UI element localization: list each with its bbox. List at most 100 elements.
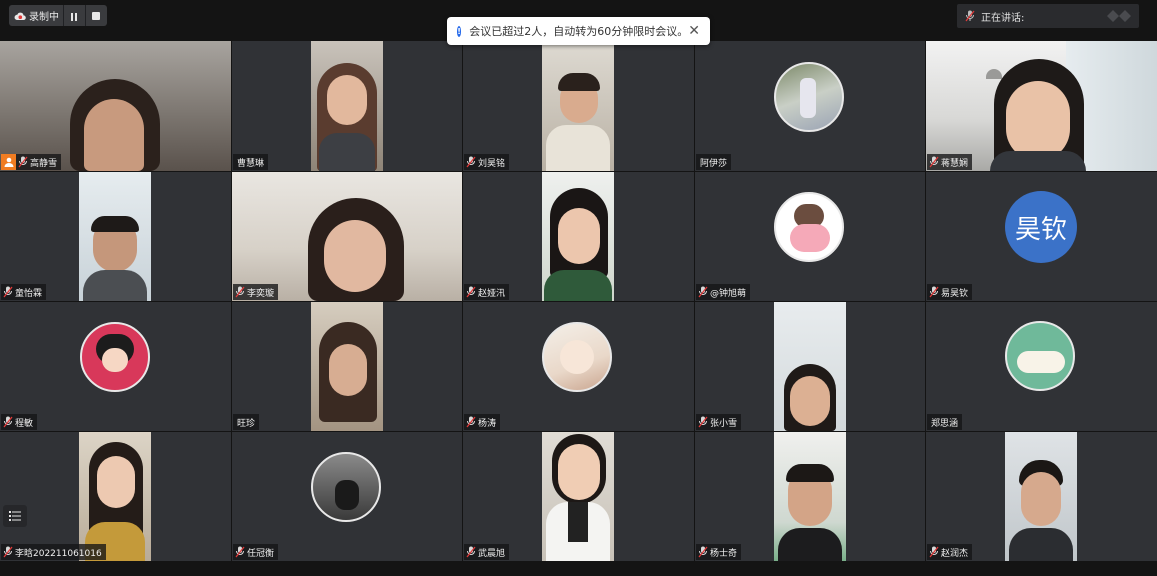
participant-tile[interactable]: 蒋慧娴 [926, 41, 1157, 171]
meeting-limit-notice: ! 会议已超过2人，自动转为60分钟限时会议。 ✕ [447, 17, 710, 45]
video-feed [542, 432, 614, 561]
participant-nametag: 高静雪 [1, 154, 62, 170]
participant-nametag: 程敏 [1, 414, 38, 430]
stop-icon [92, 11, 101, 20]
avatar [542, 322, 612, 392]
participant-tile[interactable]: 杨涛 [463, 302, 694, 431]
mic-muted-icon [466, 546, 476, 558]
participant-nametag: 旺珍 [233, 414, 260, 430]
participant-name: 赵润杰 [941, 548, 969, 559]
mic-muted-icon [698, 546, 708, 558]
participant-tile[interactable]: 赵润杰 [926, 432, 1157, 561]
mic-muted-icon [929, 156, 939, 168]
pause-recording-button[interactable] [64, 5, 85, 26]
avatar [774, 192, 844, 262]
video-feed [79, 432, 151, 561]
avatar [1005, 321, 1075, 391]
participant-tile[interactable]: 昊钦 易昊钦 [926, 172, 1157, 301]
participant-nametag: 曹慧琳 [233, 154, 269, 170]
participant-name: 张小雪 [710, 418, 738, 429]
participant-name: 赵娅汛 [478, 288, 506, 299]
participant-name: 程敏 [15, 418, 34, 429]
participant-name: 蒋慧娴 [941, 158, 969, 169]
participant-nametag: 任冠衡 [233, 544, 279, 560]
video-feed [311, 302, 383, 431]
participant-name: 易昊钦 [941, 288, 969, 299]
participant-tile[interactable]: 张小雪 [695, 302, 925, 431]
participant-tile[interactable]: 杨士奇 [695, 432, 925, 561]
mic-muted-icon [929, 286, 939, 298]
video-feed [311, 41, 383, 171]
mic-muted-icon [466, 286, 476, 298]
participant-nametag: @钟旭萌 [696, 284, 751, 300]
participant-name: 阿伊莎 [700, 158, 728, 169]
participant-tile[interactable]: 武晨旭 [463, 432, 694, 561]
participant-nametag: 赵润杰 [927, 544, 973, 560]
mic-muted-icon [3, 546, 13, 558]
mic-muted-icon [698, 286, 708, 298]
list-icon [9, 511, 21, 521]
participant-name: 刘昊铭 [478, 158, 506, 169]
avatar: 昊钦 [1005, 191, 1077, 263]
active-speaker-indicator: 正在讲话: [957, 4, 1139, 28]
host-icon [1, 154, 16, 170]
participant-tile[interactable]: 郑思涵 [926, 302, 1157, 431]
recording-status[interactable]: 录制中 [9, 5, 63, 26]
participant-tile[interactable]: @钟旭萌 [695, 172, 925, 301]
video-feed [1005, 432, 1077, 561]
recording-controls: 录制中 [9, 5, 107, 26]
avatar [311, 452, 381, 522]
mic-muted-icon [3, 416, 13, 428]
participant-name: 杨涛 [478, 418, 497, 429]
participant-name: 高静雪 [30, 158, 58, 169]
participant-name: 杨士奇 [710, 548, 738, 559]
participant-name: 旺珍 [237, 418, 256, 429]
mic-muted-icon [698, 416, 708, 428]
participant-tile[interactable]: 刘昊铭 [463, 41, 694, 171]
participant-tile[interactable]: 李奕璇 [232, 172, 462, 301]
notice-text: 会议已超过2人，自动转为60分钟限时会议。 [469, 25, 689, 38]
participant-nametag: 赵娅汛 [464, 284, 510, 300]
mic-muted-icon [466, 156, 476, 168]
participant-nametag: 郑思涵 [927, 414, 963, 430]
mic-muted-icon [929, 546, 939, 558]
participant-nametag: 李奕璇 [233, 284, 279, 300]
participant-tile[interactable]: 阿伊莎 [695, 41, 925, 171]
participant-tile[interactable]: 程敏 [0, 302, 231, 431]
participant-tile[interactable]: 童怡霖 [0, 172, 231, 301]
speaker-avatar-icon [1107, 10, 1131, 22]
participant-nametag: 童怡霖 [1, 284, 47, 300]
video-feed [926, 41, 1157, 171]
participant-nametag: 杨士奇 [696, 544, 742, 560]
participant-nametag: 蒋慧娴 [927, 154, 973, 170]
mic-muted-icon [235, 286, 245, 298]
participant-tile[interactable]: 李晗202211061016 [0, 432, 231, 561]
recording-label: 录制中 [29, 12, 59, 23]
info-icon: ! [457, 25, 462, 37]
close-notice-button[interactable]: ✕ [688, 23, 700, 39]
participant-nametag: 张小雪 [696, 414, 742, 430]
participant-name: 李晗202211061016 [15, 548, 102, 559]
participant-tile[interactable]: 曹慧琳 [232, 41, 462, 171]
participant-name: 童怡霖 [15, 288, 43, 299]
participant-nametag: 阿伊莎 [696, 154, 732, 170]
cloud-record-icon [14, 12, 26, 20]
participant-tile[interactable]: 旺珍 [232, 302, 462, 431]
participant-tile[interactable]: 高静雪 [0, 41, 231, 171]
participant-tile[interactable]: 赵娅汛 [463, 172, 694, 301]
video-feed [542, 172, 614, 301]
mic-muted-icon [965, 10, 975, 22]
participant-name: 任冠衡 [247, 548, 275, 559]
avatar [774, 62, 844, 132]
participant-tile[interactable]: 任冠衡 [232, 432, 462, 561]
participant-name: 武晨旭 [478, 548, 506, 559]
participant-nametag: 刘昊铭 [464, 154, 510, 170]
video-feed [0, 41, 231, 171]
video-feed [232, 172, 462, 301]
video-feed [542, 41, 614, 171]
participant-list-button[interactable] [3, 505, 27, 527]
stop-recording-button[interactable] [86, 5, 107, 26]
participant-nametag: 李晗202211061016 [1, 544, 106, 560]
participant-name: @钟旭萌 [710, 288, 747, 299]
participant-name: 郑思涵 [931, 418, 959, 429]
